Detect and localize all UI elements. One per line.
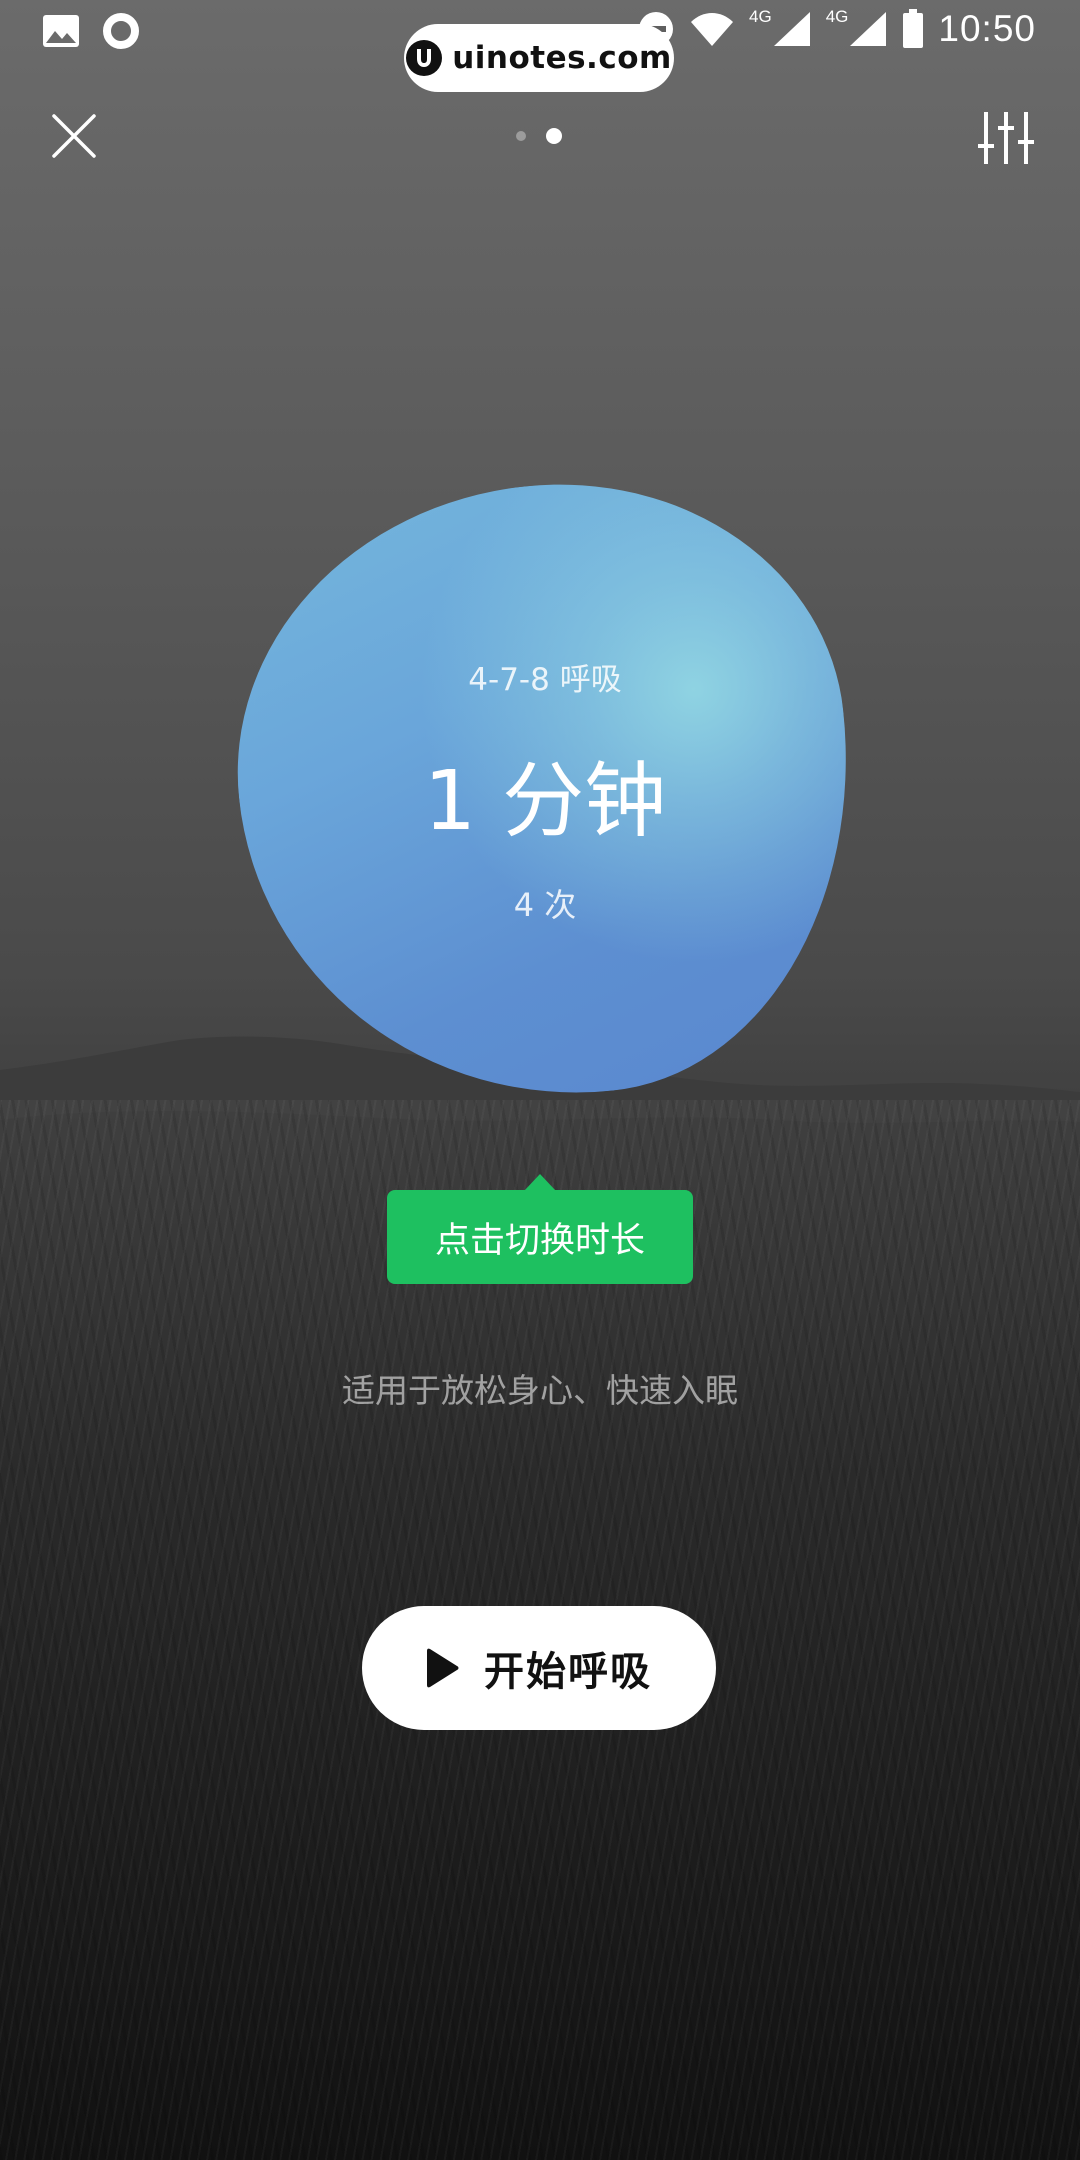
status-bar-system: 4G 4G 10:50 [637,7,1036,50]
page-dot-2[interactable] [546,128,562,144]
sliders-icon [978,112,1034,164]
signal-icon [773,12,810,46]
status-time: 10:50 [938,8,1036,49]
tooltip-arrow [524,1174,556,1191]
signal-icon-2 [850,12,887,46]
start-breathing-label: 开始呼吸 [484,1649,652,1695]
start-breathing-button[interactable]: 开始呼吸 [362,1606,716,1730]
exercise-description: 适用于放松身心、快速入眠 [342,1371,738,1410]
network-type-1: 4G [749,7,772,26]
blob-content: 4-7-8 呼吸 1 分钟 4 次 [240,486,850,1096]
battery-icon [903,9,924,48]
status-bar-notifications [42,12,140,50]
play-icon [427,1648,459,1688]
watermark-pill: uinotes.com [404,24,674,92]
watermark-logo-icon [406,40,443,76]
page-dot-1[interactable] [516,131,526,141]
exercise-title: 4-7-8 呼吸 [468,662,622,698]
circle-icon [103,13,139,49]
wifi-icon [691,13,734,46]
breathing-blob[interactable]: 4-7-8 呼吸 1 分钟 4 次 [209,455,881,1127]
close-button[interactable] [44,106,104,166]
gallery-icon [43,15,79,47]
exercise-count: 4 次 [513,886,577,924]
breathing-screen: 4G 4G 10:50 uinotes.com 4-7-8 呼吸 1 分钟 4 … [0,0,1080,2160]
switch-duration-tooltip[interactable]: 点击切换时长 [387,1190,693,1284]
close-icon [52,114,96,158]
network-type-2: 4G [825,7,849,26]
exercise-duration: 1 分钟 [423,754,667,849]
page-indicator [516,128,562,144]
settings-button[interactable] [974,108,1038,168]
watermark-text: uinotes.com [452,40,672,76]
